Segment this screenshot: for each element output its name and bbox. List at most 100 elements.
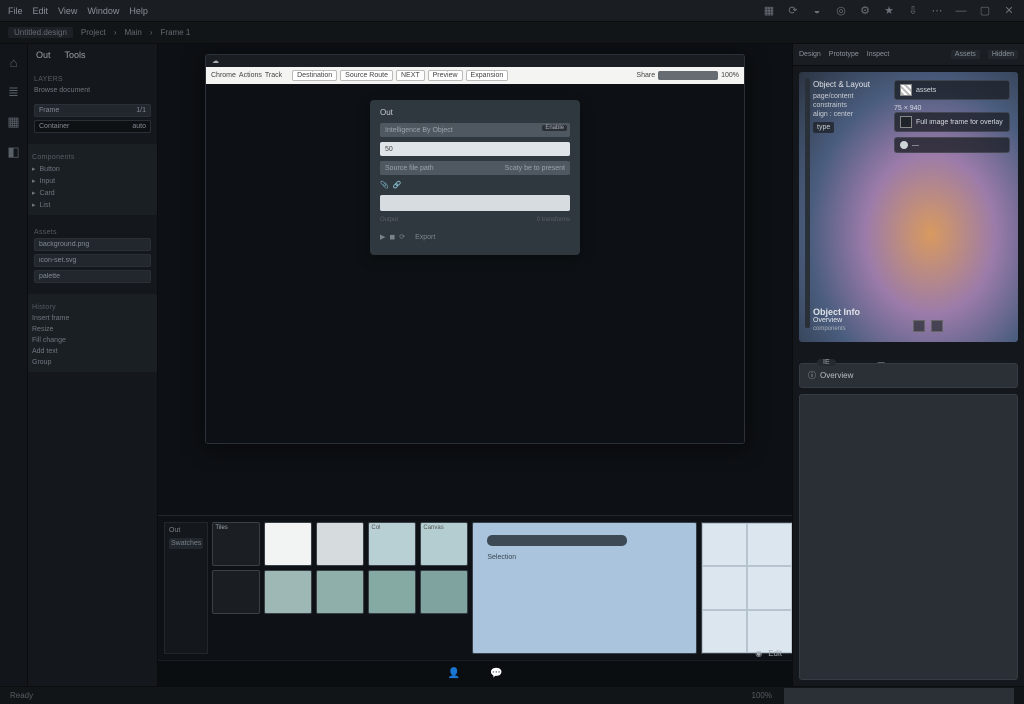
component-item[interactable]: ▸Card	[32, 187, 153, 199]
tool-button[interactable]: Expansion	[466, 70, 509, 81]
tab-inspect[interactable]: Inspect	[867, 51, 890, 58]
user-icon[interactable]: ◒	[810, 4, 824, 18]
tool-button[interactable]: NEXT	[396, 70, 425, 81]
menu-window[interactable]: Window	[87, 6, 119, 16]
sidebar-tab-tools[interactable]: Tools	[65, 50, 86, 60]
home-icon[interactable]: ⌂	[6, 54, 22, 70]
app-icon: ☁	[212, 57, 219, 65]
chrome-item[interactable]: Track	[265, 72, 282, 79]
canvas-viewport[interactable]: ☁ Chrome Actions Track Destination Sourc…	[158, 44, 792, 515]
chrome-item[interactable]: Actions	[239, 72, 262, 79]
swatch-tile[interactable]: Col	[368, 522, 416, 566]
tool-button[interactable]: Source Route	[340, 70, 393, 81]
asset-filter-chip[interactable]: Swatches	[169, 538, 203, 549]
status-text: Ready	[10, 691, 33, 700]
inspector-chip[interactable]: Assets	[951, 50, 980, 59]
enable-badge[interactable]: Enable	[542, 125, 567, 131]
stop-icon[interactable]: ◼	[389, 233, 395, 241]
swatch-tile[interactable]	[264, 522, 312, 566]
close-icon[interactable]: ✕	[1002, 4, 1016, 18]
menu-edit[interactable]: Edit	[33, 6, 49, 16]
sidebar-tab-out[interactable]: Out	[36, 50, 51, 60]
menu-file[interactable]: File	[8, 6, 23, 16]
swatch-tile[interactable]: Tiles	[212, 522, 260, 566]
settings-icon[interactable]: ⚙	[858, 4, 872, 18]
history-item[interactable]: Insert frame	[32, 313, 153, 324]
notes-textarea[interactable]	[799, 394, 1018, 680]
history-item[interactable]: Fill change	[32, 335, 153, 346]
share-label[interactable]: Share	[636, 72, 655, 79]
asset-row[interactable]: palette	[34, 270, 151, 283]
chrome-item[interactable]: Chrome	[211, 72, 236, 79]
swatch-tile[interactable]	[212, 570, 260, 614]
play-icon[interactable]: ▶	[380, 233, 385, 241]
profile-icon[interactable]: 👤	[448, 668, 460, 679]
menu-help[interactable]: Help	[129, 6, 148, 16]
asset-strip: Out Swatches Tiles Col Canvas	[158, 515, 792, 660]
swatch-tile[interactable]	[316, 522, 364, 566]
ie-pill[interactable]: IE	[817, 359, 836, 366]
globe-icon[interactable]: ◉	[755, 649, 762, 658]
swatch-tile[interactable]	[420, 570, 468, 614]
panel-title: Out	[380, 108, 570, 117]
inspector-chip[interactable]: Hidden	[988, 50, 1018, 59]
swatch-tile[interactable]	[264, 570, 312, 614]
assets-icon[interactable]: ▦	[6, 114, 22, 130]
type-pill[interactable]: type	[813, 122, 834, 133]
swatch-button[interactable]	[913, 320, 925, 332]
history-item[interactable]: Resize	[32, 324, 153, 335]
menu-view[interactable]: View	[58, 6, 77, 16]
preview-panel[interactable]: Selection	[472, 522, 697, 654]
canvas: ☁ Chrome Actions Track Destination Sourc…	[158, 44, 792, 686]
zoom-display[interactable]: 100%	[721, 72, 739, 79]
star-icon[interactable]: ★	[882, 4, 896, 18]
opacity-chip[interactable]: —	[894, 137, 1010, 153]
artboard-window[interactable]: ☁ Chrome Actions Track Destination Sourc…	[205, 54, 745, 444]
frame-chip[interactable]: Full image frame for overlay	[894, 112, 1010, 132]
reload-icon[interactable]: ⟳	[399, 233, 405, 241]
tool-button[interactable]: Destination	[292, 70, 337, 81]
layers-icon[interactable]: ≣	[6, 84, 22, 100]
asset-row[interactable]: icon-set.svg	[34, 254, 151, 267]
refresh-icon[interactable]: ⟳	[786, 4, 800, 18]
menubar: File Edit View Window Help ▦ ⟳ ◒ ◎ ⚙ ★ ⇩…	[0, 0, 1024, 22]
more-icon[interactable]: ⋯	[930, 4, 944, 18]
link-icon[interactable]: 🔗	[393, 181, 402, 189]
attach-icon[interactable]: 📎	[380, 181, 389, 189]
swatch-tile[interactable]	[316, 570, 364, 614]
url-field[interactable]	[658, 71, 718, 80]
asset-panel-title: Out	[169, 527, 203, 534]
min-icon[interactable]: —	[954, 4, 968, 18]
tab-design[interactable]: Design	[799, 51, 821, 58]
component-item[interactable]: ▸List	[32, 199, 153, 211]
history-item[interactable]: Group	[32, 357, 153, 368]
plugins-icon[interactable]: ◧	[6, 144, 22, 160]
field-source[interactable]: Source file path Scaty be to present	[380, 161, 570, 175]
history-item[interactable]: Add text	[32, 346, 153, 357]
globe-icon[interactable]: ◎	[834, 4, 848, 18]
tool-button[interactable]: Preview	[428, 70, 463, 81]
project-name[interactable]: Untitled.design	[8, 27, 73, 38]
output-input[interactable]	[380, 195, 570, 211]
layer-chip[interactable]: Frame1/1	[34, 104, 151, 117]
component-item[interactable]: ▸Input	[32, 175, 153, 187]
download-icon[interactable]: ⇩	[906, 4, 920, 18]
preview-searchbar[interactable]	[487, 535, 627, 546]
field-intelligence[interactable]: Intelligence By Object Enable	[380, 123, 570, 137]
max-icon[interactable]: ▢	[978, 4, 992, 18]
status-zoom[interactable]: 100%	[752, 691, 772, 700]
swatch-tile[interactable]	[368, 570, 416, 614]
grid-icon[interactable]: ▦	[762, 4, 776, 18]
asset-row[interactable]: background.png	[34, 238, 151, 251]
swatch-tile[interactable]: Canvas	[420, 522, 468, 566]
assets-chip[interactable]: assets	[894, 80, 1010, 100]
statusbar: Ready 100%	[0, 686, 1024, 704]
layer-chip[interactable]: Containerauto	[34, 120, 151, 133]
chat-icon[interactable]: 💬	[490, 668, 502, 679]
component-item[interactable]: ▸Button	[32, 163, 153, 175]
numeric-input[interactable]: 50	[380, 142, 570, 156]
swatch-button[interactable]	[931, 320, 943, 332]
asset-edit-button[interactable]: Edit	[768, 649, 782, 658]
tab-prototype[interactable]: Prototype	[829, 51, 859, 58]
inspector-tabs: Design Prototype Inspect Assets Hidden	[793, 44, 1024, 66]
